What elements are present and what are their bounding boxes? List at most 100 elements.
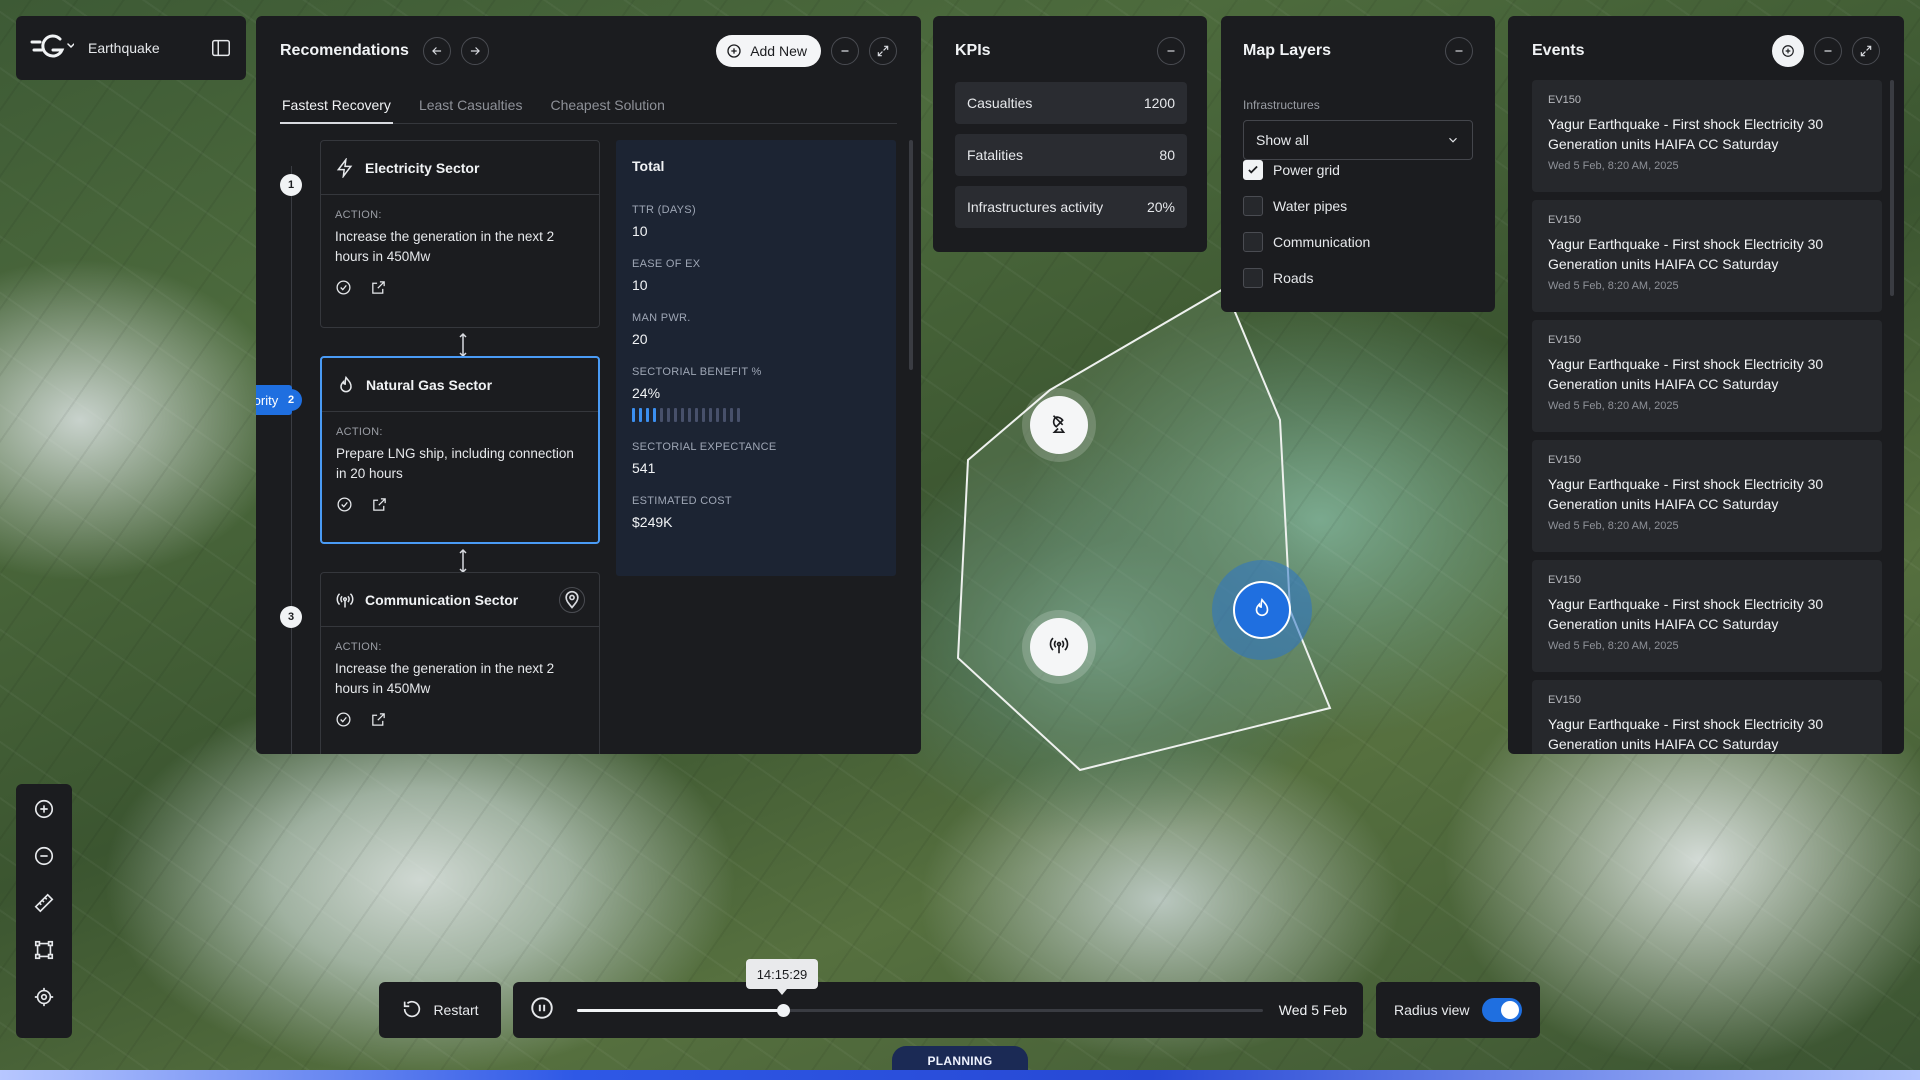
checkbox-checked[interactable] <box>1243 160 1263 180</box>
timeline-date: Wed 5 Feb <box>1278 1002 1347 1018</box>
recommendation-steps: 1 Electricity Sector ACTION: Increase th… <box>256 140 620 754</box>
progress-bar-segment <box>674 408 677 422</box>
recommendation-tabs: Fastest Recovery Least Casualties Cheape… <box>280 92 897 124</box>
progress-bar-segment <box>730 408 733 422</box>
radius-view-toggle[interactable] <box>1482 998 1522 1022</box>
minimize-button[interactable] <box>831 37 859 65</box>
zoom-out-icon[interactable] <box>33 845 55 872</box>
minimize-button[interactable] <box>1157 37 1185 65</box>
minimize-button[interactable] <box>1814 37 1842 65</box>
metric-label: ESTIMATED COST <box>632 495 732 507</box>
kpis-panel: KPIs Casualties 1200 Fatalities 80 Infra… <box>933 16 1207 252</box>
progress-bar-segment <box>632 408 635 422</box>
zoom-in-icon[interactable] <box>33 798 55 825</box>
event-item[interactable]: EV150 Yagur Earthquake - First shock Ele… <box>1532 320 1882 432</box>
layer-label: Roads <box>1273 270 1314 286</box>
layer-communication[interactable]: Communication <box>1243 232 1370 252</box>
restart-button[interactable]: Restart <box>379 982 501 1038</box>
add-event-button[interactable] <box>1772 35 1804 67</box>
action-text: Prepare LNG ship, including connection i… <box>336 446 574 481</box>
progress-bar-segment <box>688 408 691 422</box>
approve-check-icon[interactable] <box>336 496 353 518</box>
checkbox[interactable] <box>1243 196 1263 216</box>
event-item[interactable]: EV150 Yagur Earthquake - First shock Ele… <box>1532 680 1882 754</box>
timeline-line <box>291 166 292 754</box>
step-card-electricity[interactable]: Electricity Sector ACTION: Increase the … <box>320 140 600 328</box>
timeline-slider[interactable] <box>577 1004 1263 1017</box>
metric-value: 541 <box>632 460 656 476</box>
open-external-icon[interactable] <box>370 279 387 301</box>
checkbox[interactable] <box>1243 232 1263 252</box>
metric-man-power: MAN PWR. 20 <box>632 312 880 347</box>
kpi-infrastructures-activity: Infrastructures activity 20% <box>955 186 1187 228</box>
event-text: Yagur Earthquake - First shock Electrici… <box>1548 236 1824 272</box>
event-text: Yagur Earthquake - First shock Electrici… <box>1548 596 1824 632</box>
previous-button[interactable] <box>422 37 451 65</box>
crosshair-icon[interactable] <box>33 986 55 1013</box>
event-item[interactable]: EV150 Yagur Earthquake - First shock Ele… <box>1532 560 1882 672</box>
metric-sectorial-benefit: SECTORIAL BENEFIT % 24% <box>632 366 880 422</box>
add-new-button[interactable]: Add New <box>716 35 821 67</box>
open-external-icon[interactable] <box>370 711 387 733</box>
action-text: Increase the generation in the next 2 ho… <box>335 229 555 264</box>
expand-button[interactable] <box>1852 37 1880 65</box>
map-pin-natural-gas-active[interactable] <box>1212 560 1312 660</box>
layer-power-grid[interactable]: Power grid <box>1243 160 1340 180</box>
map-layers-title: Map Layers <box>1243 42 1332 59</box>
ruler-icon[interactable] <box>33 892 55 919</box>
layer-roads[interactable]: Roads <box>1243 268 1313 288</box>
map-pin-communication[interactable] <box>1030 618 1088 676</box>
next-button[interactable] <box>460 37 489 65</box>
tab-fastest-recovery[interactable]: Fastest Recovery <box>280 92 393 124</box>
scrollbar[interactable] <box>909 140 913 370</box>
event-item[interactable]: EV150 Yagur Earthquake - First shock Ele… <box>1532 440 1882 552</box>
app-logo-icon[interactable] <box>30 30 75 67</box>
locate-on-map-button[interactable] <box>559 586 585 613</box>
pause-icon[interactable] <box>529 995 555 1026</box>
infrastructures-select[interactable]: Show all <box>1243 120 1473 160</box>
metric-label: SECTORIAL BENEFIT % <box>632 366 762 378</box>
flame-icon <box>1251 597 1273 624</box>
polygon-draw-icon[interactable] <box>33 939 55 966</box>
timeline-handle[interactable] <box>776 1004 790 1017</box>
metric-estimated-cost: ESTIMATED COST $249K <box>632 495 880 530</box>
step-connector-arrow <box>459 332 467 358</box>
map-pin-icon <box>565 590 579 609</box>
infrastructures-label: Infrastructures <box>1243 98 1320 112</box>
event-item[interactable]: EV150 Yagur Earthquake - First shock Ele… <box>1532 200 1882 312</box>
kpi-fatalities: Fatalities 80 <box>955 134 1187 176</box>
radius-view-control: Radius view <box>1376 982 1540 1038</box>
progress-bar-segment <box>646 408 649 422</box>
approve-check-icon[interactable] <box>335 279 352 301</box>
event-code: EV150 <box>1548 694 1582 706</box>
event-item[interactable]: EV150 Yagur Earthquake - First shock Ele… <box>1532 80 1882 192</box>
project-name[interactable]: Earthquake <box>88 40 160 56</box>
tab-least-casualties[interactable]: Least Casualties <box>417 92 525 124</box>
total-title: Total <box>632 158 665 174</box>
layer-water-pipes[interactable]: Water pipes <box>1243 196 1347 216</box>
metric-value: 10 <box>632 223 648 239</box>
scrollbar[interactable] <box>1890 80 1894 296</box>
recommendations-title: Recomendations <box>280 42 409 59</box>
kpi-value: 1200 <box>1143 95 1175 111</box>
step-card-communication[interactable]: Communication Sector ACTION: Increase th… <box>320 572 600 754</box>
step-connector-arrow <box>459 548 467 574</box>
approve-check-icon[interactable] <box>335 711 352 733</box>
event-code: EV150 <box>1548 334 1582 346</box>
checkbox[interactable] <box>1243 268 1263 288</box>
minimize-button[interactable] <box>1445 37 1473 65</box>
open-external-icon[interactable] <box>371 496 388 518</box>
metric-value: $249K <box>632 514 673 530</box>
expand-button[interactable] <box>869 37 897 65</box>
layer-label: Water pipes <box>1273 198 1348 214</box>
step-title: Natural Gas Sector <box>366 376 493 393</box>
map-pin-antenna[interactable] <box>1030 396 1088 454</box>
event-code: EV150 <box>1548 454 1582 466</box>
step-card-natural-gas[interactable]: Natural Gas Sector ACTION: Prepare LNG s… <box>320 356 600 544</box>
tab-cheapest-solution[interactable]: Cheapest Solution <box>548 92 666 124</box>
metric-label: TTR (DAYS) <box>632 204 696 216</box>
sidebar-toggle-icon[interactable] <box>210 37 232 59</box>
plus-circle-icon <box>727 44 741 58</box>
kpi-value: 80 <box>1159 147 1175 163</box>
event-code: EV150 <box>1548 94 1582 106</box>
